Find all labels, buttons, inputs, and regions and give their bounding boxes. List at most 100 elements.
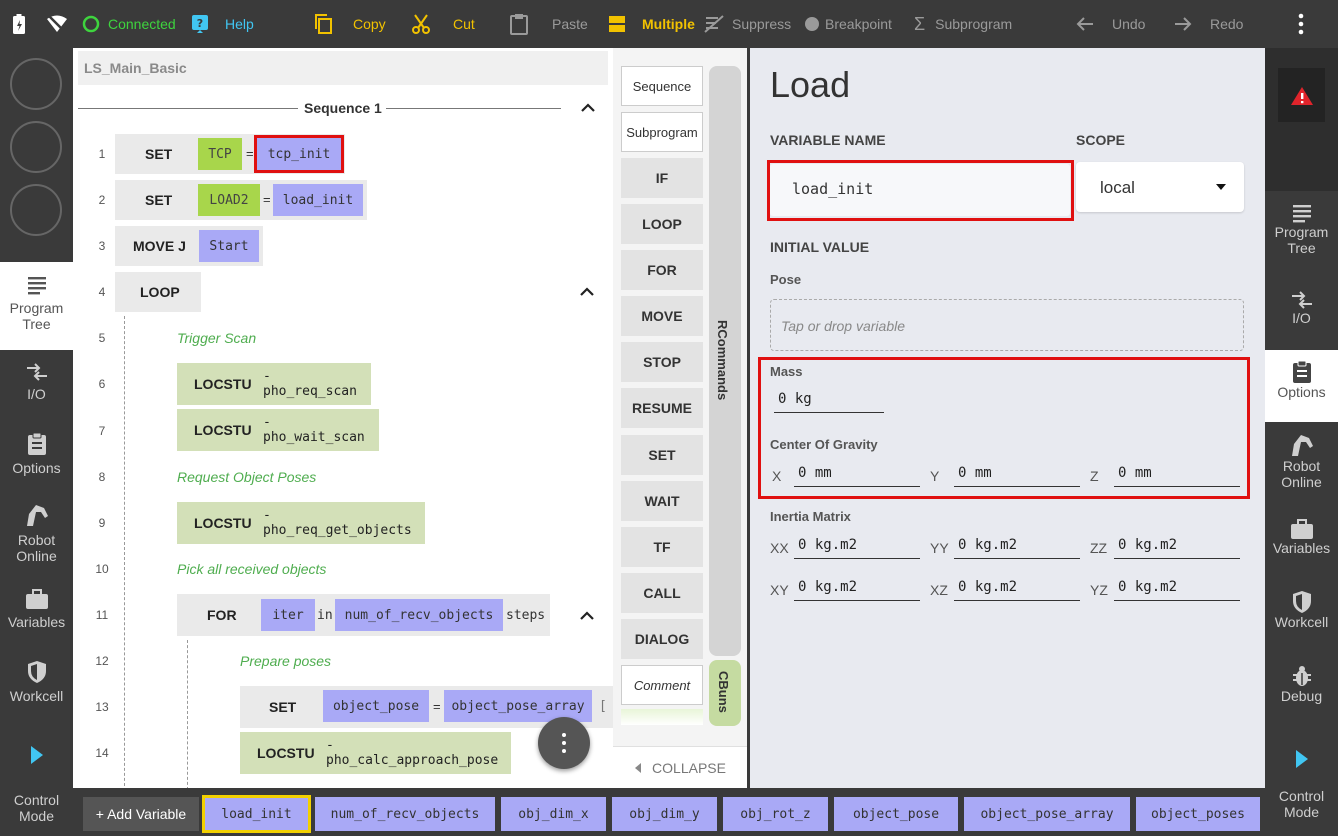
variable-chip-object-poses[interactable]: object_poses [1136,797,1260,831]
mass-input[interactable]: 0 kg [774,389,884,413]
comment-line[interactable]: Prepare poses [240,653,331,669]
rnav-variables[interactable]: Variables [1265,518,1338,570]
cmd-tf[interactable]: TF [621,527,703,567]
rnav-options[interactable]: Options [1265,350,1338,422]
subprogram-button[interactable]: Σ Subprogram [914,0,1012,48]
cmd-wait[interactable]: WAIT [621,481,703,521]
rnav-control-mode-label: Control Mode [1278,788,1325,820]
variable-chip-object-pose-array[interactable]: object_pose_array [964,797,1130,831]
comment-line[interactable]: Request Object Poses [177,469,316,485]
suppress-button[interactable]: Suppress [704,0,791,48]
pose-drop-target[interactable]: Tap or drop variable [770,299,1244,351]
cog-x-input[interactable]: 0 mm [794,463,920,487]
comment-line[interactable]: Trigger Scan [177,330,256,346]
rnav-options-label: Options [1277,384,1326,400]
nav-io[interactable]: I/O [0,362,73,424]
nav-robot-online[interactable]: Robot Online [0,502,73,572]
connection-status[interactable]: Connected [82,0,176,48]
line-number: 7 [98,424,106,438]
variable-chip-obj-dim-y[interactable]: obj_dim_y [612,797,717,831]
cog-y-input[interactable]: 0 mm [954,463,1080,487]
rnav-program-tree[interactable]: Program Tree [1265,202,1338,272]
inertia-yz-label: YZ [1090,582,1108,598]
shortcut-slot-1[interactable] [10,58,62,110]
cmd-subprogram[interactable]: Subprogram [621,112,703,152]
collapse-caret-icon[interactable] [580,102,596,112]
help-icon: ? [192,15,208,33]
cmd-comment[interactable]: Comment [621,665,703,705]
program-line-14[interactable]: LOCSTU - pho_calc_approach_pose [240,732,511,774]
rnav-workcell[interactable]: Workcell [1265,590,1338,642]
inertia-xy-input[interactable]: 0 kg.m2 [794,577,920,601]
cog-z-label: Z [1090,468,1099,484]
program-line-9[interactable]: LOCSTU - pho_req_get_objects [177,502,425,544]
wifi-off-icon[interactable] [46,0,68,48]
cmd-sequence[interactable]: Sequence [621,66,703,106]
cmd-dialog[interactable]: DIALOG [621,619,703,659]
copy-button[interactable]: Copy [313,0,386,48]
variable-chip-obj-dim-x[interactable]: obj_dim_x [501,797,606,831]
properties-panel: Load VARIABLE NAME SCOPE load_init local… [750,48,1265,788]
rnav-debug[interactable]: Debug [1265,664,1338,716]
variable-chip-load-init[interactable]: load_init [202,795,311,833]
variable-chip-object-pose[interactable]: object_pose [834,797,958,831]
nav-workcell[interactable]: Workcell [0,660,73,722]
variable-tag-iter[interactable]: iter [261,599,315,631]
breakpoint-button[interactable]: Breakpoint [805,0,892,48]
cmd-for[interactable]: FOR [621,250,703,290]
program-line-6[interactable]: LOCSTU - pho_req_scan [177,363,371,405]
inertia-zz-input[interactable]: 0 kg.m2 [1114,535,1240,559]
inertia-xx-input[interactable]: 0 kg.m2 [794,535,920,559]
program-line-4[interactable]: LOOP [115,272,201,312]
nav-variables[interactable]: Variables [0,588,73,650]
collapse-caret-icon[interactable] [579,286,595,296]
shortcut-slot-2[interactable] [10,121,62,173]
add-variable-button[interactable]: + Add Variable [83,797,199,831]
type-tag-tcp[interactable]: TCP [198,138,242,170]
variable-tag-load-init[interactable]: load_init [273,184,363,216]
variable-tag-tcp-init[interactable]: tcp_init [254,135,344,173]
cmd-set[interactable]: SET [621,435,703,475]
shortcut-slot-3[interactable] [10,184,62,236]
cmd-stop[interactable]: STOP [621,342,703,382]
inertia-xz-input[interactable]: 0 kg.m2 [954,577,1080,601]
rnav-io[interactable]: I/O [1265,290,1338,342]
warning-button[interactable] [1278,68,1325,122]
more-menu-icon[interactable] [1297,0,1305,48]
cmd-resume[interactable]: RESUME [621,388,703,428]
multiple-button[interactable]: Multiple [608,0,695,48]
cmd-if[interactable]: IF [621,158,703,198]
collapse-caret-icon[interactable] [579,610,595,620]
rnav-control-mode[interactable]: Control Mode [1265,748,1338,834]
scope-select[interactable]: local [1076,162,1244,212]
variable-tag-object-pose[interactable]: object_pose [323,690,429,722]
line-keyword: LOCSTU [194,376,252,392]
collapse-button[interactable]: COLLAPSE [613,746,747,788]
program-line-7[interactable]: LOCSTU - pho_wait_scan [177,409,379,451]
rnav-robot-online[interactable]: Robot Online [1265,432,1338,500]
rcommands-tab[interactable]: RCommands [709,66,741,656]
cmd-move[interactable]: MOVE [621,296,703,336]
waypoint-tag-start[interactable]: Start [199,230,259,262]
paste-button[interactable]: Paste [510,0,588,48]
fab-more-button[interactable] [538,717,590,769]
nav-options[interactable]: Options [0,432,73,494]
inertia-yz-input[interactable]: 0 kg.m2 [1114,577,1240,601]
variable-chip-obj-rot-z[interactable]: obj_rot_z [723,797,828,831]
redo-button[interactable]: Redo [1174,0,1243,48]
sequence-header[interactable]: Sequence 1 [78,98,603,118]
cmd-call[interactable]: CALL [621,573,703,613]
cmd-loop[interactable]: LOOP [621,204,703,244]
cut-button[interactable]: Cut [411,0,475,48]
type-tag-load2[interactable]: LOAD2 [198,184,260,216]
nav-program-tree[interactable]: Program Tree [0,262,73,350]
variable-tag-num-of-recv-objects[interactable]: num_of_recv_objects [335,599,503,631]
cbuns-tab[interactable]: CBuns [709,660,741,726]
variable-chip-num-of-recv-objects[interactable]: num_of_recv_objects [315,797,495,831]
cog-z-input[interactable]: 0 mm [1114,463,1240,487]
comment-line[interactable]: Pick all received objects [177,561,326,577]
inertia-yy-input[interactable]: 0 kg.m2 [954,535,1080,559]
undo-button[interactable]: Undo [1076,0,1145,48]
help-button[interactable]: ? Help [191,0,254,48]
nav-control-mode[interactable]: Control Mode [0,744,73,834]
